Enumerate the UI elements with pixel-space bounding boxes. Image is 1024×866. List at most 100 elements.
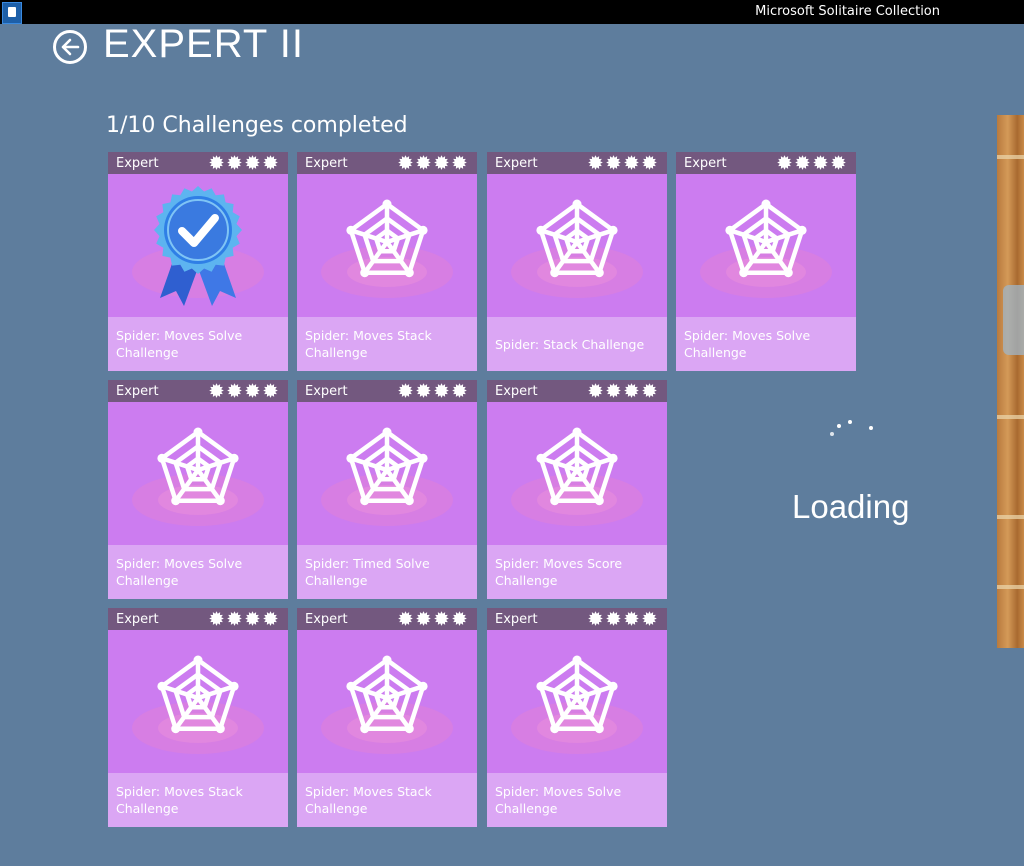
- star-icon: [434, 383, 449, 398]
- star-icon: [227, 383, 242, 398]
- challenge-tile-2[interactable]: Expert Spider: Moves Stack Challenge: [297, 152, 477, 371]
- star-icon: [416, 611, 431, 626]
- tile-art: [297, 402, 477, 545]
- challenge-tile-6[interactable]: Expert Spider: Timed Solve Challenge: [297, 380, 477, 599]
- tile-header: Expert: [487, 380, 667, 402]
- tile-level: Expert: [495, 612, 538, 627]
- tile-caption: Spider: Moves Solve Challenge: [487, 773, 667, 827]
- tile-level: Expert: [116, 384, 159, 399]
- star-icon: [209, 155, 224, 170]
- page-title: EXPERT II: [103, 22, 304, 66]
- star-icon: [263, 383, 278, 398]
- tile-header: Expert: [487, 152, 667, 174]
- spider-web-icon: [132, 655, 264, 754]
- title-bar: Microsoft Solitaire Collection: [0, 0, 1024, 24]
- star-icon: [624, 383, 639, 398]
- star-icon: [642, 383, 657, 398]
- challenge-tile-10[interactable]: Expert Spider: Moves Solve Challenge: [487, 608, 667, 827]
- star-icon: [606, 155, 621, 170]
- loading-text: Loading: [792, 488, 910, 525]
- tile-level: Expert: [116, 612, 159, 627]
- difficulty-stars: [398, 382, 467, 399]
- tile-art: [108, 174, 288, 317]
- tile-caption: Spider: Moves Stack Challenge: [108, 773, 288, 827]
- star-icon: [245, 611, 260, 626]
- star-icon: [452, 155, 467, 170]
- tile-header: Expert: [487, 608, 667, 630]
- star-icon: [416, 383, 431, 398]
- difficulty-stars: [588, 382, 657, 399]
- tile-art: [487, 630, 667, 773]
- difficulty-stars: [209, 382, 278, 399]
- tile-caption: Spider: Stack Challenge: [487, 317, 667, 371]
- star-icon: [642, 611, 657, 626]
- star-icon: [606, 383, 621, 398]
- tile-header: Expert: [297, 380, 477, 402]
- star-icon: [642, 155, 657, 170]
- tile-header: Expert: [297, 608, 477, 630]
- tile-art: [108, 630, 288, 773]
- tile-caption: Spider: Moves Solve Challenge: [676, 317, 856, 371]
- difficulty-stars: [588, 610, 657, 627]
- tile-art: [297, 630, 477, 773]
- difficulty-stars: [209, 154, 278, 171]
- star-icon: [227, 155, 242, 170]
- star-icon: [588, 611, 603, 626]
- star-icon: [416, 155, 431, 170]
- tile-header: Expert: [297, 152, 477, 174]
- loading-spinner-icon: [830, 420, 873, 436]
- challenge-tile-1[interactable]: Expert Spider: Moves Solve Challenge: [108, 152, 288, 371]
- star-icon: [777, 155, 792, 170]
- star-icon: [434, 611, 449, 626]
- completed-ribbon-icon: [132, 186, 264, 306]
- star-icon: [813, 155, 828, 170]
- back-button[interactable]: [53, 30, 87, 64]
- star-icon: [398, 383, 413, 398]
- difficulty-stars: [777, 154, 846, 171]
- challenge-tile-7[interactable]: Expert Spider: Moves Score Challenge: [487, 380, 667, 599]
- star-icon: [263, 611, 278, 626]
- solitaire-app-icon: [2, 2, 22, 24]
- spider-web-icon: [511, 655, 643, 754]
- tile-art: [487, 402, 667, 545]
- tile-caption: Spider: Moves Stack Challenge: [297, 773, 477, 827]
- star-icon: [588, 383, 603, 398]
- star-icon: [795, 155, 810, 170]
- tile-level: Expert: [495, 156, 538, 171]
- star-icon: [624, 611, 639, 626]
- star-icon: [263, 155, 278, 170]
- challenge-tile-3[interactable]: Expert Spider: Stack Challenge: [487, 152, 667, 371]
- difficulty-stars: [398, 610, 467, 627]
- tile-art: [297, 174, 477, 317]
- tile-level: Expert: [305, 384, 348, 399]
- star-icon: [398, 611, 413, 626]
- challenge-tile-4[interactable]: Expert Spider: Moves Solve Challenge: [676, 152, 856, 371]
- challenge-tile-9[interactable]: Expert Spider: Moves Stack Challenge: [297, 608, 477, 827]
- tile-header: Expert: [108, 152, 288, 174]
- spider-web-icon: [321, 427, 453, 526]
- spider-web-icon: [511, 427, 643, 526]
- challenge-tile-8[interactable]: Expert Spider: Moves Stack Challenge: [108, 608, 288, 827]
- window-title: Microsoft Solitaire Collection: [755, 4, 940, 19]
- tile-art: [676, 174, 856, 317]
- challenge-tile-5[interactable]: Expert Spider: Moves Solve Challenge: [108, 380, 288, 599]
- challenges-progress: 1/10 Challenges completed: [106, 113, 408, 138]
- game-artwork-edge: [997, 115, 1024, 648]
- star-icon: [606, 611, 621, 626]
- star-icon: [245, 155, 260, 170]
- tile-header: Expert: [108, 380, 288, 402]
- tile-level: Expert: [116, 156, 159, 171]
- star-icon: [452, 383, 467, 398]
- difficulty-stars: [588, 154, 657, 171]
- tile-level: Expert: [495, 384, 538, 399]
- tile-level: Expert: [305, 612, 348, 627]
- tile-level: Expert: [684, 156, 727, 171]
- difficulty-stars: [398, 154, 467, 171]
- star-icon: [831, 155, 846, 170]
- tile-art: [108, 402, 288, 545]
- spider-web-icon: [132, 427, 264, 526]
- tile-header: Expert: [676, 152, 856, 174]
- spider-web-icon: [511, 199, 643, 298]
- tile-caption: Spider: Moves Score Challenge: [487, 545, 667, 599]
- difficulty-stars: [209, 610, 278, 627]
